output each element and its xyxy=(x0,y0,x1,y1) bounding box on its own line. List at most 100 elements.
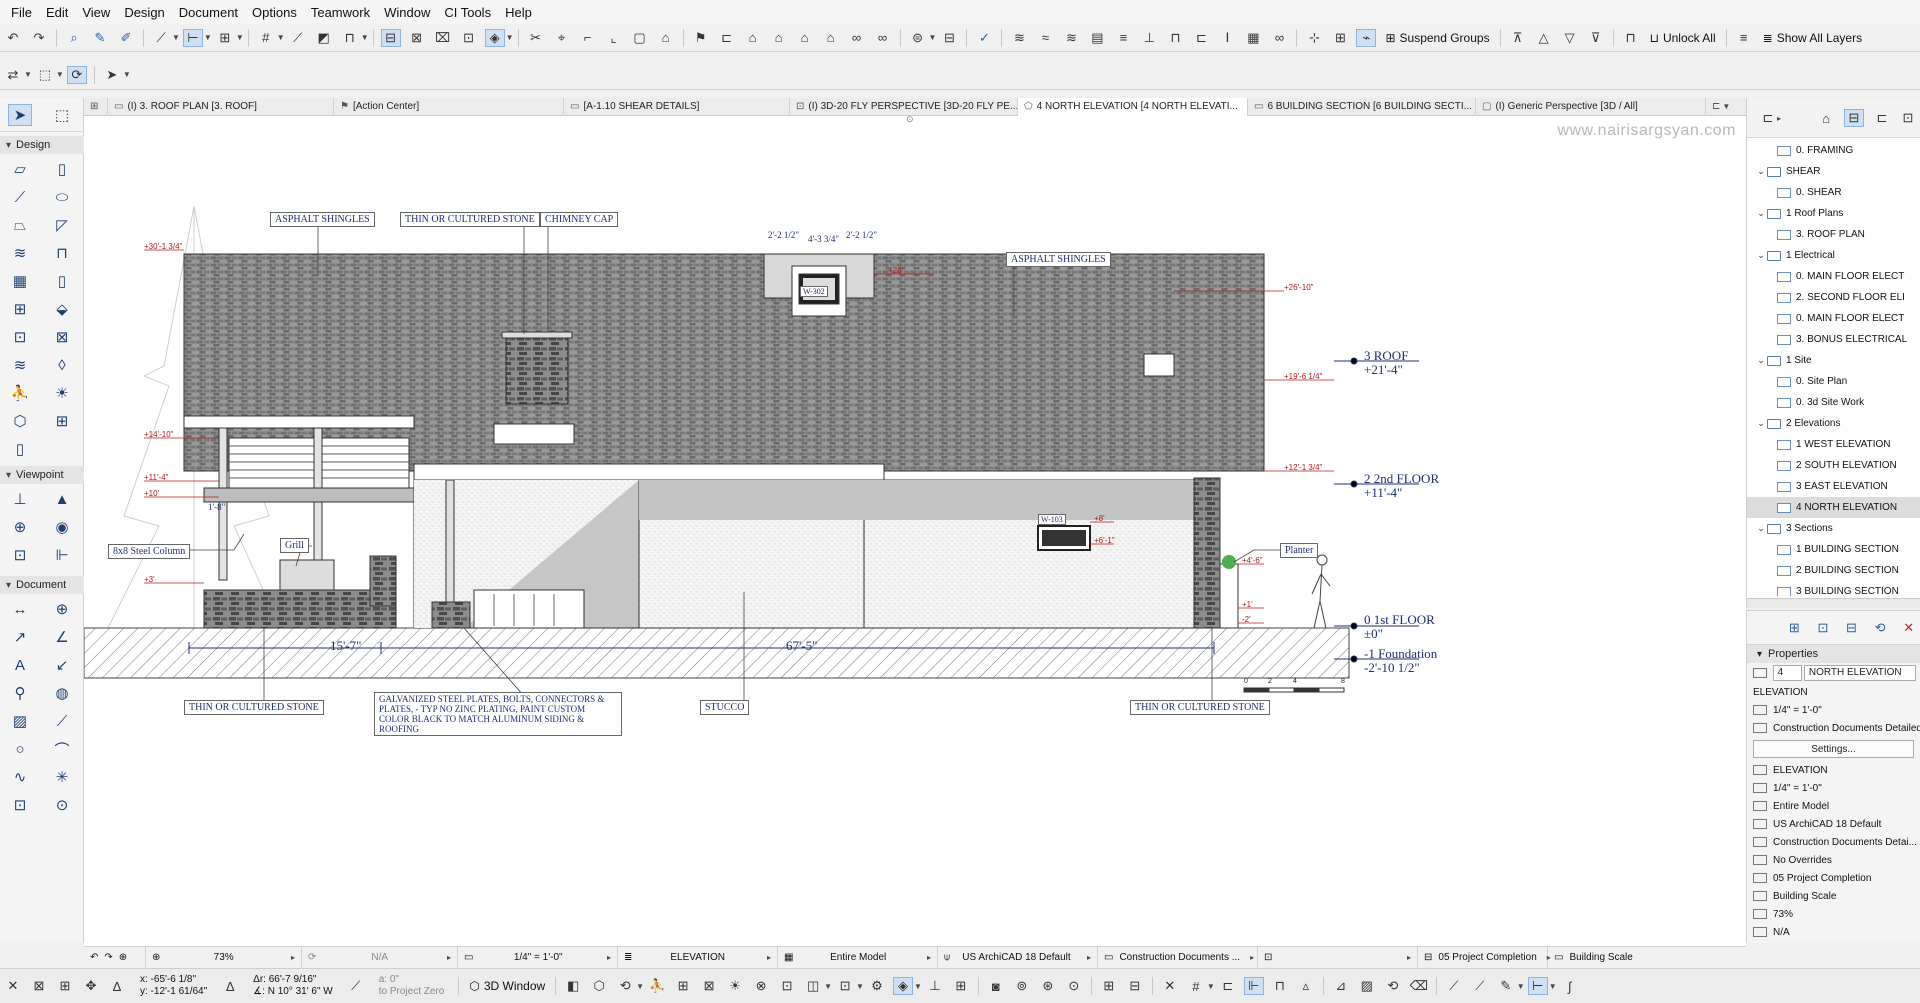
orbit-icon[interactable]: ⟲ xyxy=(615,977,635,995)
window-tag-w103[interactable]: W-103 xyxy=(1038,514,1066,525)
radial-dimension-tool-icon[interactable]: ↗ xyxy=(8,626,32,648)
explode-icon[interactable]: ⌧ xyxy=(433,29,453,47)
adjust-icon[interactable]: ⌖ xyxy=(552,29,572,47)
grid-element-tool-icon[interactable]: ⊞ xyxy=(50,410,74,432)
chevron-down-icon[interactable]: ▼ xyxy=(123,70,131,79)
view-map-item[interactable]: 3. ROOF PLAN xyxy=(1747,224,1920,245)
tab-shear-details[interactable]: ▭ [A-1.10 SHEAR DETAILS] xyxy=(564,97,790,116)
property-row[interactable]: Construction Documents Detai... xyxy=(1747,833,1920,851)
menu-window[interactable]: Window xyxy=(377,5,437,20)
tab-generic-perspective[interactable]: ▢ (I) Generic Perspective [3D / All] xyxy=(1476,97,1706,116)
stair-tool-icon[interactable]: ≋ xyxy=(8,242,32,264)
elevation-tag[interactable]: +19'-6 1/4" xyxy=(1284,372,1322,381)
chevron-down-icon[interactable]: ⌄ xyxy=(1755,523,1767,534)
layout-book-icon[interactable]: ⊏ xyxy=(1872,109,1892,127)
chevron-down-icon[interactable]: ⌄ xyxy=(1755,208,1767,219)
marquee-tool-icon[interactable]: ⬚ xyxy=(50,104,74,126)
magic-wand-icon[interactable]: ⟋ xyxy=(288,29,308,47)
tab-action-center[interactable]: ⚑ [Action Center] xyxy=(334,97,564,116)
eyedropper-icon[interactable]: ✎ xyxy=(90,29,110,47)
cube-tool-icon[interactable]: ⬡ xyxy=(8,410,32,432)
arrow-down-icon[interactable]: ▽ xyxy=(1560,29,1580,47)
drawing-tool-icon[interactable]: ◍ xyxy=(50,682,74,704)
intersect-icon[interactable]: ⌐ xyxy=(578,29,598,47)
stair-icon[interactable]: ⊥ xyxy=(925,977,945,995)
detail-tool-icon[interactable]: ⊡ xyxy=(8,544,32,566)
section-tool-icon[interactable]: ⊥ xyxy=(8,488,32,510)
dimension-style-field[interactable]: ▭ Construction Documents ... ▸ xyxy=(1098,946,1258,969)
sun-icon[interactable]: ⊛ xyxy=(1038,977,1058,995)
view-map-item[interactable]: 2 SOUTH ELEVATION xyxy=(1747,455,1920,476)
syringe-icon[interactable]: ✐ xyxy=(116,29,136,47)
layer-combo-field[interactable]: ≣ ELEVATION ▸ xyxy=(618,946,778,969)
slash-icon[interactable]: ⟋ xyxy=(1470,977,1490,995)
view-map-item[interactable]: 0. FRAMING xyxy=(1747,140,1920,161)
save-view-icon[interactable]: ⊟ xyxy=(1843,619,1860,637)
house-icon[interactable]: ⌂ xyxy=(769,29,789,47)
level-marker-foundation[interactable]: -1 Foundation -2'-10 1/2" xyxy=(1364,647,1437,675)
view-map-item[interactable]: 0. MAIN FLOOR ELECT xyxy=(1747,266,1920,287)
property-row[interactable]: 05 Project Completion xyxy=(1747,869,1920,887)
chevron-down-icon[interactable]: ⌄ xyxy=(1755,166,1767,177)
solid-icon[interactable]: ⊏ xyxy=(717,29,737,47)
chevron-down-icon[interactable]: ▼ xyxy=(56,70,64,79)
tracker-icon[interactable]: ⊠ xyxy=(29,977,49,995)
elevation-tag[interactable]: -2' xyxy=(1242,615,1251,624)
tab-list-button[interactable]: ⊏ ▼ xyxy=(1706,98,1746,116)
property-row[interactable]: Building Scale xyxy=(1747,887,1920,905)
link-icon[interactable]: ∞ xyxy=(847,29,867,47)
eraser-icon[interactable]: ⌫ xyxy=(1409,977,1429,995)
elevation-tag[interactable]: +12'-1 3/4" xyxy=(1284,463,1322,472)
level-marker-2nd-floor[interactable]: 2 2nd FLOOR +11'-4" xyxy=(1364,472,1439,500)
layer-stack-icon[interactable]: ≋ xyxy=(1009,29,1029,47)
grid-icon[interactable]: # xyxy=(256,29,276,47)
property-row[interactable]: ELEVATION xyxy=(1747,761,1920,779)
dimension-67-5[interactable]: 67'-5" xyxy=(786,638,817,654)
annotation-thin-stone-top[interactable]: THIN OR CULTURED STONE xyxy=(400,212,540,227)
grid-snap-icon[interactable]: ⊞ xyxy=(1330,29,1350,47)
view-map-folder[interactable]: ⌄ 2 Elevations xyxy=(1747,413,1920,434)
arrow-up-icon[interactable]: ▵ xyxy=(1296,977,1316,995)
guide-line-icon[interactable]: ⟋ xyxy=(151,29,171,47)
house-icon[interactable]: ⌂ xyxy=(795,29,815,47)
3d-window-button[interactable]: ⬡ 3D Window xyxy=(469,979,545,993)
property-row[interactable]: No Overrides xyxy=(1747,851,1920,869)
menu-design[interactable]: Design xyxy=(117,5,171,20)
move-icon[interactable]: ✥ xyxy=(81,977,101,995)
layers-icon[interactable]: ≡ xyxy=(1734,29,1754,47)
render-icon[interactable]: ⊚ xyxy=(1012,977,1032,995)
rotate-icon[interactable]: ⟲ xyxy=(1383,977,1403,995)
annotation-grill[interactable]: Grill xyxy=(280,538,309,553)
beam-tool-icon[interactable]: ⟋ xyxy=(8,186,32,208)
view-map-item[interactable]: 1 BUILDING SECTION xyxy=(1747,539,1920,560)
show-all-layers-button[interactable]: ≣ Show All Layers xyxy=(1763,31,1862,45)
menu-help[interactable]: Help xyxy=(498,5,539,20)
layer-stack-icon[interactable]: ≈ xyxy=(1035,29,1055,47)
view-map-folder[interactable]: ⌄ 1 Roof Plans xyxy=(1747,203,1920,224)
undo-icon[interactable]: ↶ xyxy=(3,29,23,47)
renovation-field[interactable]: ⊟ 05 Project Completion ▸ xyxy=(1418,946,1551,969)
annotation-steel-column[interactable]: 8x8 Steel Column xyxy=(108,544,191,559)
property-row[interactable]: 1/4" = 1'-0" xyxy=(1747,779,1920,797)
chevron-right-icon[interactable]: ▸ xyxy=(1777,114,1781,123)
door-tool-icon[interactable]: ▯ xyxy=(50,270,74,292)
text-tool-icon[interactable]: A xyxy=(8,654,32,676)
zoom-field[interactable]: ⊕ 73% ▸ xyxy=(146,946,302,969)
column-tool-icon[interactable]: ▯ xyxy=(50,158,74,180)
rotate-marquee-icon[interactable]: ⟳ xyxy=(66,65,87,84)
cube-icon[interactable]: ⬡ xyxy=(589,977,609,995)
trace-icon[interactable]: ⌕ xyxy=(64,29,84,47)
grid-snap-icon[interactable]: ⊹ xyxy=(1304,29,1324,47)
tab-overview[interactable]: ⊞ xyxy=(84,97,108,116)
slash-icon[interactable]: ⟋ xyxy=(1444,977,1464,995)
layer-icon[interactable]: ⊜ xyxy=(908,29,928,47)
object-tool-icon[interactable]: ⊡ xyxy=(8,326,32,348)
tab-north-elevation[interactable]: ⬠4 NORTH ELEVATION [4 NORTH ELEVATI...✕ xyxy=(1018,97,1248,116)
view-icon[interactable]: ◧ xyxy=(563,977,583,995)
house-icon[interactable]: ⌂ xyxy=(743,29,763,47)
lock-small-icon[interactable]: ⊓ xyxy=(340,29,360,47)
annotation-chimney-cap[interactable]: CHIMNEY CAP xyxy=(540,212,619,227)
unlock-all-button[interactable]: ⊔ Unlock All xyxy=(1650,31,1716,45)
menu-document[interactable]: Document xyxy=(172,5,245,20)
view-map-item[interactable]: 0. SHEAR xyxy=(1747,182,1920,203)
